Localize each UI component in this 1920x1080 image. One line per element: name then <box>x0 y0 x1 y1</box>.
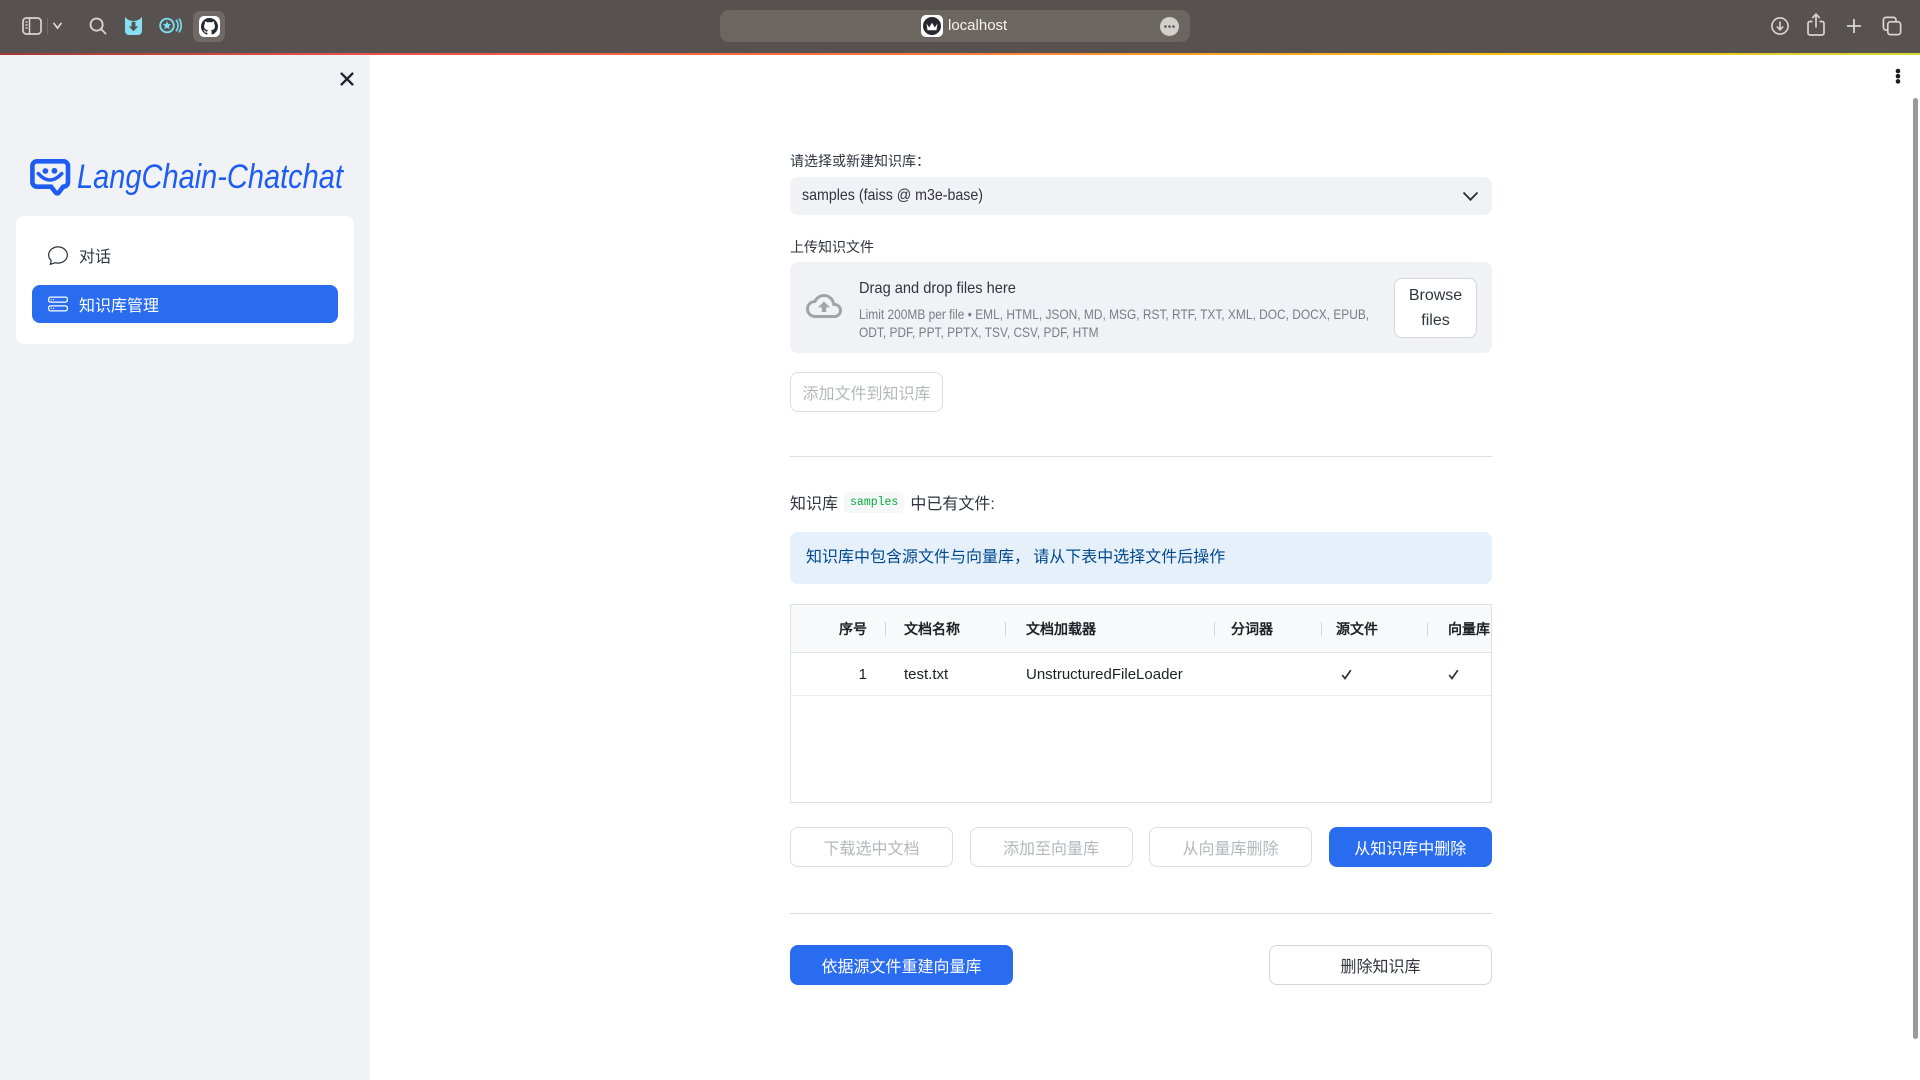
svg-text:LangChain-Chatchat: LangChain-Chatchat <box>77 158 344 196</box>
